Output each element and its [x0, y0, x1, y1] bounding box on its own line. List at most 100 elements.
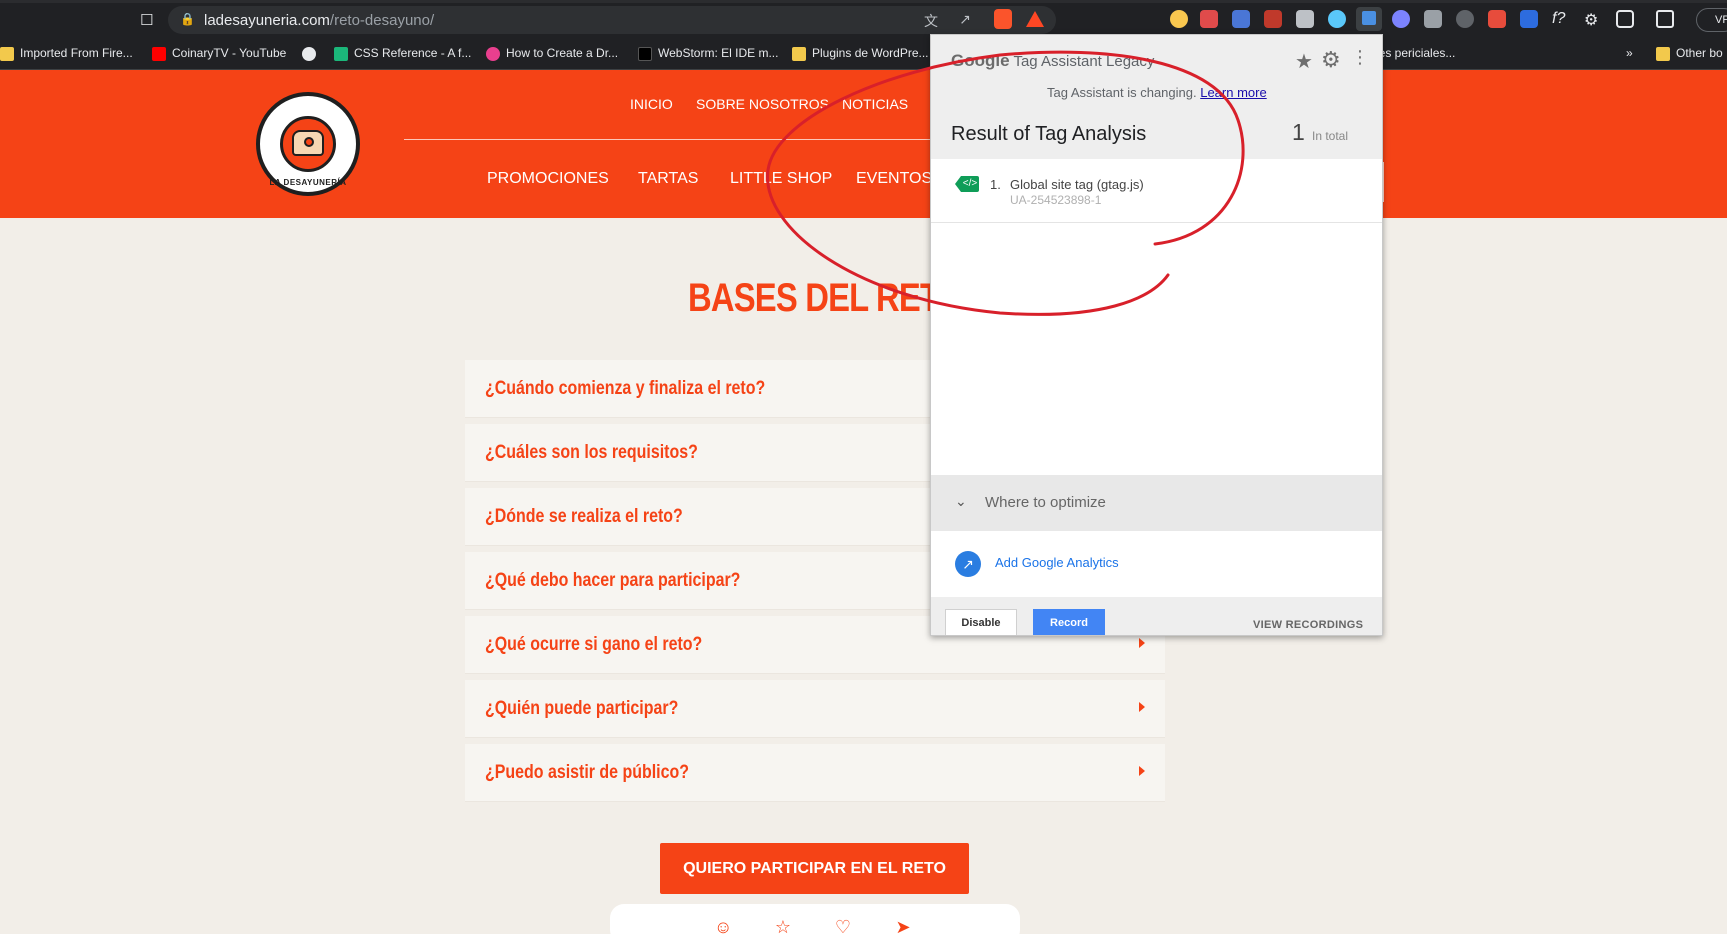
add-analytics-link[interactable]: Add Google Analytics	[995, 555, 1119, 570]
optimize-label: Where to optimize	[985, 494, 1106, 511]
faq-question: ¿Dónde se realiza el reto?	[485, 506, 683, 527]
tag-assistant-popup: Google Tag Assistant Legacy ★ ⚙ ⋮ Tag As…	[930, 34, 1383, 636]
tag-list-item[interactable]: </> 1. Global site tag (gtag.js) UA-2545…	[931, 159, 1382, 223]
faq-question: ¿Cuándo comienza y finaliza el reto?	[485, 378, 766, 399]
bookmark-plugins-wordpress[interactable]: Plugins de WordPre...	[792, 46, 929, 64]
caret-right-icon	[1139, 766, 1145, 776]
code-extension-icon[interactable]	[1520, 10, 1538, 28]
brave-rewards-icon[interactable]	[1026, 11, 1044, 27]
more-vert-icon[interactable]: ⋮	[1351, 47, 1369, 68]
record-button[interactable]: Record	[1033, 609, 1105, 635]
bookmark-how-to-create[interactable]: How to Create a Dr...	[486, 46, 618, 64]
bookmarks-overflow-button[interactable]: »	[1626, 46, 1633, 64]
translate-extension-icon[interactable]	[1232, 10, 1250, 28]
function-extension-icon[interactable]: f?	[1552, 10, 1570, 28]
bookmark-css-reference[interactable]: CSS Reference - A f...	[334, 46, 471, 64]
sidebar-icon[interactable]	[1616, 10, 1634, 28]
tag-id: UA-254523898-1	[1010, 193, 1102, 207]
change-notice: Tag Assistant is changing. Learn more	[1047, 85, 1267, 100]
lock-icon: 🔒	[180, 12, 195, 26]
reaction-bar: ☺ ☆ ♡ ➤	[610, 904, 1020, 934]
faq-question: ¿Quién puede participar?	[485, 698, 679, 719]
faq-question: ¿Qué ocurre si gano el reto?	[485, 634, 703, 655]
site-header: LA DESAYUNERÍA INICIO SOBRE NOSOTROS NOT…	[0, 70, 1727, 218]
result-total-label: In total	[1312, 129, 1349, 143]
arrow-up-right-icon: ↗	[955, 551, 981, 577]
result-title: Result of Tag Analysis	[951, 123, 1147, 145]
learn-more-link[interactable]: Learn more	[1200, 85, 1266, 100]
faq-item[interactable]: ¿Puedo asistir de público?	[465, 744, 1165, 802]
faq-question: ¿Qué debo hacer para participar?	[485, 570, 741, 591]
wallet-icon[interactable]	[1656, 10, 1674, 28]
database-extension-icon[interactable]	[1424, 10, 1442, 28]
tab-strip-edge	[0, 0, 1727, 3]
bookmarks-bar: Imported From Fire... CoinaryTV - YouTub…	[0, 40, 1727, 70]
faq-question: ¿Cuáles son los requisitos?	[485, 442, 698, 463]
extension-icon-2[interactable]	[1200, 10, 1218, 28]
vpn-button[interactable]: VP	[1696, 8, 1727, 32]
flower-icon	[486, 47, 500, 61]
translate-icon[interactable]: 文	[922, 11, 940, 29]
bookmark-globe[interactable]	[302, 46, 322, 64]
nav-eventos[interactable]: EVENTOS	[856, 170, 932, 188]
bookmark-periciales[interactable]: nes periciales...	[1372, 46, 1455, 64]
star-icon[interactable]: ☆	[774, 918, 792, 934]
nav-noticias[interactable]: NOTICIAS	[842, 96, 908, 112]
egg-yolk-icon	[304, 137, 314, 147]
tag-name: Global site tag (gtag.js)	[1010, 177, 1144, 192]
address-url[interactable]: ladesayuneria.com/reto-desayuno/	[204, 12, 434, 29]
globe-icon	[302, 47, 316, 61]
bookmark-other[interactable]: Other bo	[1656, 46, 1723, 64]
chevron-down-icon: ⌄	[955, 493, 967, 509]
disable-button[interactable]: Disable	[945, 609, 1017, 635]
bookmark-webstorm[interactable]: WebStorm: El IDE m...	[638, 46, 778, 64]
popup-header: Google Tag Assistant Legacy ★ ⚙ ⋮ Tag As…	[931, 35, 1382, 159]
puzzle-icon[interactable]: ⚙	[1584, 10, 1602, 29]
nav-promociones[interactable]: PROMOCIONES	[487, 170, 609, 188]
browser-toolbar: ☐ 🔒 ladesayuneria.com/reto-desayuno/ 文 ↗…	[0, 0, 1727, 40]
nav-sobre-nosotros[interactable]: SOBRE NOSOTROS	[696, 96, 829, 112]
tag-number: 1.	[990, 177, 1001, 192]
extension-icon-1[interactable]	[1170, 10, 1188, 28]
popup-footer: Disable Record VIEW RECORDINGS	[931, 597, 1382, 635]
extension-icon-11[interactable]	[1488, 10, 1506, 28]
folder-icon	[0, 47, 14, 61]
add-analytics-suggestion[interactable]: ↗ Add Google Analytics	[931, 531, 1382, 595]
star-icon[interactable]: ★	[1295, 49, 1313, 74]
send-icon[interactable]: ➤	[894, 918, 912, 934]
extension-icon-5[interactable]	[1296, 10, 1314, 28]
caret-right-icon	[1139, 702, 1145, 712]
address-bar[interactable]: 🔒 ladesayuneria.com/reto-desayuno/ 文 ↗	[168, 6, 1056, 34]
extension-icon-4[interactable]	[1264, 10, 1282, 28]
result-count: 1	[1292, 119, 1305, 145]
gear-icon[interactable]: ⚙	[1321, 47, 1341, 73]
nav-inicio[interactable]: INICIO	[630, 96, 673, 112]
bookmark-coinarytv[interactable]: CoinaryTV - YouTube	[152, 46, 286, 64]
participate-button[interactable]: QUIERO PARTICIPAR EN EL RETO	[660, 843, 969, 894]
caret-right-icon	[1139, 638, 1145, 648]
webstorm-icon	[638, 47, 652, 61]
nav-tartas[interactable]: TARTAS	[638, 170, 698, 188]
smile-icon[interactable]: ☺	[714, 918, 732, 934]
tag-icon: </>	[955, 176, 979, 192]
css-reference-icon	[334, 47, 348, 61]
heart-icon[interactable]: ♡	[834, 918, 852, 934]
share-icon[interactable]: ↗	[956, 11, 974, 29]
bookmark-icon[interactable]: ☐	[140, 11, 154, 29]
where-to-optimize-toggle[interactable]: ⌄ Where to optimize	[931, 475, 1382, 531]
popup-title: Google Tag Assistant Legacy	[951, 51, 1155, 70]
nav-little-shop[interactable]: LITTLE SHOP	[730, 170, 832, 188]
faq-question: ¿Puedo asistir de público?	[485, 762, 689, 783]
tag-assistant-extension-icon[interactable]	[1356, 7, 1382, 31]
faq-item[interactable]: ¿Quién puede participar?	[465, 680, 1165, 738]
logo-wordmark: LA DESAYUNERÍA	[269, 178, 347, 187]
youtube-icon	[152, 47, 166, 61]
bookmark-imported[interactable]: Imported From Fire...	[0, 46, 133, 64]
extension-icon-8[interactable]	[1392, 10, 1410, 28]
folder-icon	[1656, 47, 1670, 61]
brave-shields-icon[interactable]	[994, 9, 1012, 29]
extension-icon-10[interactable]	[1456, 10, 1474, 28]
site-logo[interactable]: LA DESAYUNERÍA	[256, 92, 360, 196]
extension-icon-6[interactable]	[1328, 10, 1346, 28]
view-recordings-link[interactable]: VIEW RECORDINGS	[1253, 619, 1363, 631]
